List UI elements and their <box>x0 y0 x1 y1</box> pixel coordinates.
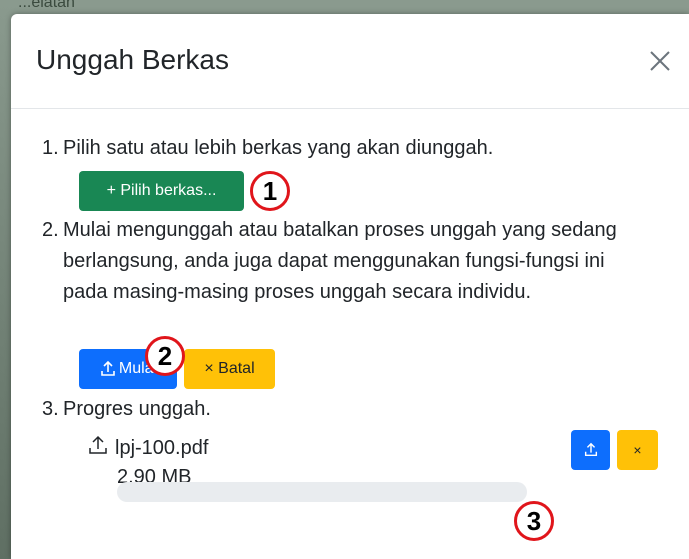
step-1: 1. Pilih satu atau lebih berkas yang aka… <box>42 133 632 164</box>
file-upload-icon <box>89 435 107 454</box>
cancel-upload-button[interactable]: × Batal <box>184 349 275 389</box>
background-text: ...elatan <box>18 0 75 11</box>
file-cancel-button[interactable]: × <box>617 430 658 470</box>
file-name: lpj-100.pdf <box>115 437 209 459</box>
step-2: 2. Mulai mengunggah atau batalkan proses… <box>42 215 632 308</box>
close-icon <box>650 51 670 71</box>
step-3: 3. Progres unggah. <box>42 394 632 425</box>
upload-progress-bar <box>117 482 527 502</box>
step-text: Progres unggah. <box>63 398 211 420</box>
upload-icon <box>584 442 597 457</box>
marker-3: 3 <box>514 501 554 541</box>
modal-title: Unggah Berkas <box>36 44 230 75</box>
step-number: 2. <box>42 219 59 241</box>
step-number: 1. <box>42 137 59 159</box>
step-number: 3. <box>42 398 59 420</box>
choose-files-button[interactable]: + Pilih berkas... <box>79 171 244 211</box>
step-text: Mulai mengunggah atau batalkan proses un… <box>63 219 617 303</box>
marker-2: 2 <box>145 336 185 376</box>
upload-icon <box>101 360 115 376</box>
step-text: Pilih satu atau lebih berkas yang akan d… <box>63 137 494 159</box>
modal-header: Unggah Berkas <box>11 14 689 109</box>
close-button[interactable] <box>645 46 675 76</box>
file-item: lpj-100.pdf <box>87 434 208 460</box>
file-start-button[interactable] <box>571 430 610 470</box>
marker-1: 1 <box>250 171 290 211</box>
